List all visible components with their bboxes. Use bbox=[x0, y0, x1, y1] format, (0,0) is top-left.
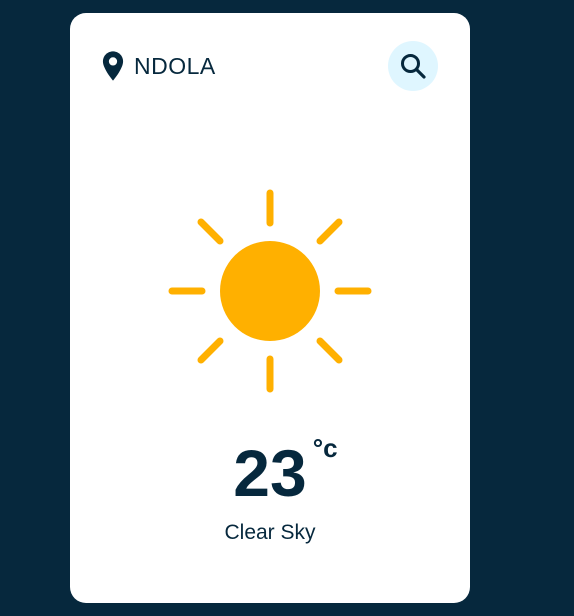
temperature-block: 23 °c Clear Sky bbox=[70, 433, 470, 545]
location-name: NDOLA bbox=[134, 52, 216, 79]
location: NDOLA bbox=[102, 51, 216, 81]
search-button[interactable] bbox=[388, 41, 438, 91]
weather-icon bbox=[168, 189, 372, 393]
temperature-unit: °c bbox=[312, 433, 338, 463]
temperature-value: 23 bbox=[233, 436, 307, 510]
sun-icon bbox=[168, 189, 372, 393]
temperature-row: 23 °c bbox=[233, 433, 337, 513]
card-header: NDOLA bbox=[102, 41, 438, 91]
search-icon bbox=[401, 54, 426, 79]
weather-card: NDOLA 23 °c Clear Sky bbox=[70, 13, 470, 603]
weather-description: Clear Sky bbox=[224, 521, 316, 544]
map-pin-icon bbox=[102, 51, 124, 81]
